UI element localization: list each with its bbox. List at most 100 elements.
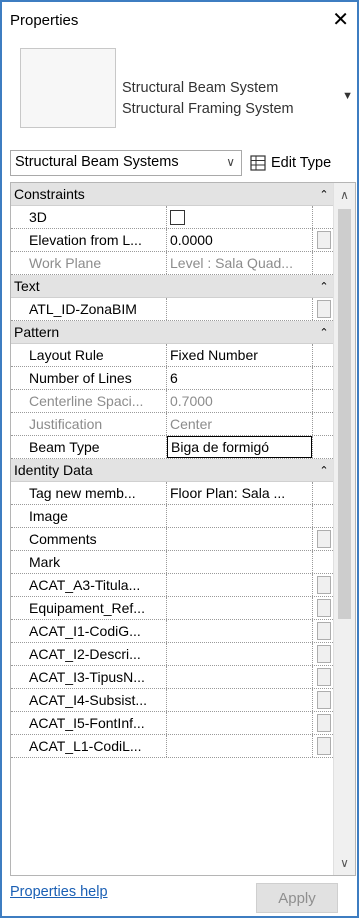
property-name: Equipament_Ref...	[11, 597, 167, 619]
property-rows: Constraints ⌃ 3D Elevation from L... 0.0000 W…	[11, 183, 335, 758]
title-bar: Properties ✕	[4, 4, 359, 36]
chevron-up-icon[interactable]: ⌃	[313, 183, 335, 205]
beam-type-input[interactable]: Biga de formigó	[167, 436, 312, 458]
associate-parameter-button[interactable]	[317, 645, 331, 663]
associate-parameter-button[interactable]	[317, 691, 331, 709]
property-value[interactable]	[167, 551, 313, 573]
associate-parameter-cell	[313, 551, 335, 573]
property-name: Work Plane	[11, 252, 167, 274]
associate-parameter-button[interactable]	[317, 576, 331, 594]
associate-parameter-button[interactable]	[317, 530, 331, 548]
property-value[interactable]	[167, 505, 313, 527]
property-row: Tag new memb... Floor Plan: Sala ...	[11, 482, 335, 505]
associate-parameter-button[interactable]	[317, 231, 331, 249]
chevron-up-icon[interactable]: ⌃	[313, 275, 335, 297]
associate-parameter-button[interactable]	[317, 668, 331, 686]
property-name: Mark	[11, 551, 167, 573]
property-row: Work Plane Level : Sala Quad...	[11, 252, 335, 275]
associate-parameter-cell	[313, 344, 335, 366]
property-row: ACAT_L1-CodiL...	[11, 735, 335, 758]
properties-palette: Properties ✕ Structural Beam System Stru…	[0, 0, 359, 918]
property-value[interactable]	[167, 735, 313, 757]
group-header[interactable]: Identity Data ⌃	[11, 459, 335, 482]
associate-parameter-cell[interactable]	[313, 712, 335, 734]
type-selector[interactable]: Structural Beam System Structural Framin…	[4, 38, 359, 146]
properties-help-link[interactable]: Properties help	[10, 884, 108, 900]
chevron-up-icon[interactable]: ⌃	[313, 321, 335, 343]
property-value[interactable]	[167, 712, 313, 734]
edit-type-button[interactable]: Edit Type	[250, 150, 331, 176]
property-value: Level : Sala Quad...	[167, 252, 313, 274]
type-name: Structural Framing System	[122, 101, 294, 117]
associate-parameter-cell[interactable]	[313, 689, 335, 711]
property-value[interactable]	[167, 597, 313, 619]
associate-parameter-cell[interactable]	[313, 597, 335, 619]
associate-parameter-cell	[313, 505, 335, 527]
property-value[interactable]	[167, 643, 313, 665]
property-row: ACAT_A3-Titula...	[11, 574, 335, 597]
property-row: ATL_ID-ZonaBIM	[11, 298, 335, 321]
associate-parameter-cell	[313, 436, 335, 458]
property-name: Centerline Spaci...	[11, 390, 167, 412]
associate-parameter-button[interactable]	[317, 714, 331, 732]
edit-type-icon	[250, 155, 266, 171]
instance-filter-dropdown[interactable]: Structural Beam Systems ∨	[10, 150, 242, 176]
scroll-up-icon[interactable]: ∧	[334, 185, 355, 205]
property-value[interactable]	[167, 689, 313, 711]
group-name: Pattern	[14, 324, 60, 340]
associate-parameter-cell[interactable]	[313, 528, 335, 550]
property-value[interactable]	[167, 666, 313, 688]
associate-parameter-cell[interactable]	[313, 735, 335, 757]
property-name: Beam Type	[11, 436, 167, 458]
property-row: Comments	[11, 528, 335, 551]
apply-button[interactable]: Apply	[256, 883, 338, 913]
scroll-down-icon[interactable]: ∨	[334, 853, 355, 873]
group-header[interactable]: Pattern ⌃	[11, 321, 335, 344]
type-dropdown-arrow-icon[interactable]: ▼	[342, 90, 353, 102]
associate-parameter-cell[interactable]	[313, 298, 335, 320]
associate-parameter-button[interactable]	[317, 622, 331, 640]
property-value[interactable]	[167, 206, 313, 228]
property-name: Layout Rule	[11, 344, 167, 366]
property-value[interactable]: Floor Plan: Sala ...	[167, 482, 313, 504]
property-value[interactable]: 0.0000	[167, 229, 313, 251]
group-header[interactable]: Text ⌃	[11, 275, 335, 298]
scroll-thumb[interactable]	[338, 209, 351, 619]
associate-parameter-button[interactable]	[317, 737, 331, 755]
property-name: ACAT_I2-Descri...	[11, 643, 167, 665]
property-value[interactable]	[167, 528, 313, 550]
associate-parameter-cell[interactable]	[313, 643, 335, 665]
property-name: Number of Lines	[11, 367, 167, 389]
group-name: Text	[14, 278, 40, 294]
associate-parameter-cell	[313, 206, 335, 228]
associate-parameter-cell	[313, 413, 335, 435]
property-value[interactable]: Biga de formigó	[167, 436, 313, 458]
close-icon[interactable]: ✕	[332, 10, 349, 30]
type-family-name: Structural Beam System	[122, 80, 279, 96]
checkbox-3d[interactable]	[170, 209, 185, 225]
property-row: ACAT_I1-CodiG...	[11, 620, 335, 643]
property-row: ACAT_I4-Subsist...	[11, 689, 335, 712]
property-row: Equipament_Ref...	[11, 597, 335, 620]
associate-parameter-cell[interactable]	[313, 620, 335, 642]
chevron-up-icon[interactable]: ⌃	[313, 459, 335, 481]
property-value[interactable]	[167, 298, 313, 320]
edit-type-label: Edit Type	[271, 155, 332, 171]
associate-parameter-cell[interactable]	[313, 666, 335, 688]
chevron-down-icon: ∨	[226, 155, 235, 169]
associate-parameter-cell[interactable]	[313, 574, 335, 596]
property-row: ACAT_I5-FontInf...	[11, 712, 335, 735]
property-name: ACAT_I4-Subsist...	[11, 689, 167, 711]
property-value[interactable]	[167, 620, 313, 642]
property-value[interactable]	[167, 574, 313, 596]
property-row: Justification Center	[11, 413, 335, 436]
associate-parameter-button[interactable]	[317, 599, 331, 617]
vertical-scrollbar[interactable]: ∧ ∨	[333, 183, 355, 875]
property-name: 3D	[11, 206, 167, 228]
group-header[interactable]: Constraints ⌃	[11, 183, 335, 206]
property-name: Justification	[11, 413, 167, 435]
associate-parameter-cell[interactable]	[313, 229, 335, 251]
property-value[interactable]: Fixed Number	[167, 344, 313, 366]
associate-parameter-button[interactable]	[317, 300, 331, 318]
property-value[interactable]: 6	[167, 367, 313, 389]
